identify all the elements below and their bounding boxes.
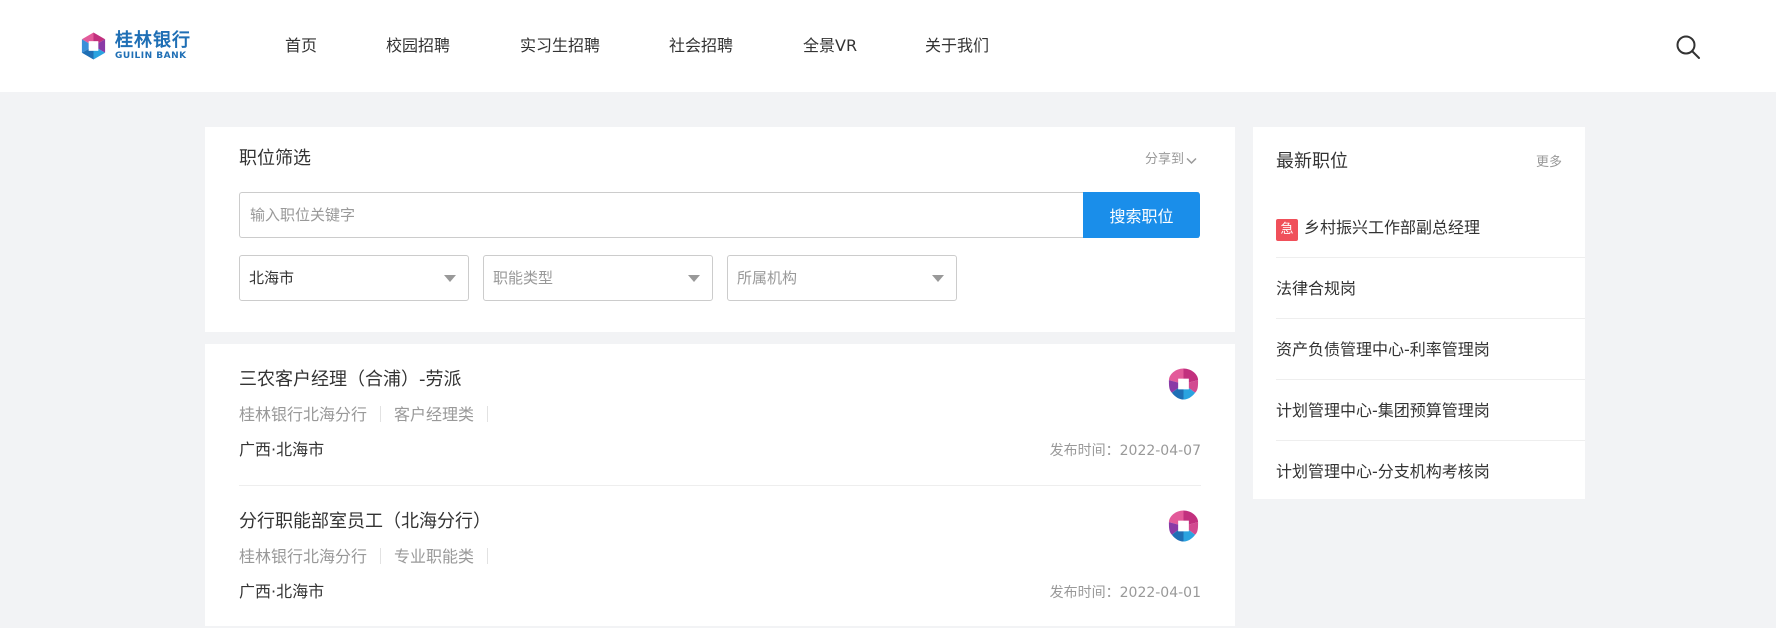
filter-title: 职位筛选 xyxy=(239,148,311,169)
function-type-placeholder: 职能类型 xyxy=(493,269,554,287)
chevron-down-icon xyxy=(1186,157,1197,165)
job-keyword-input[interactable] xyxy=(239,192,1199,238)
bank-logo-icon xyxy=(81,32,106,60)
job-category: 专业职能类 xyxy=(394,547,475,566)
logo-text-cn: 桂林银行 xyxy=(115,30,191,51)
nav-panorama-vr[interactable]: 全景VR xyxy=(803,35,857,57)
bank-logo-icon xyxy=(1168,510,1199,542)
share-button[interactable]: 分享到 xyxy=(1145,151,1197,169)
job-location: 广西·北海市 xyxy=(239,440,325,459)
latest-job-title: 法律合规岗 xyxy=(1276,279,1357,298)
city-select[interactable]: 北海市 xyxy=(239,255,469,301)
nav-home[interactable]: 首页 xyxy=(285,35,317,57)
job-filter-panel: 职位筛选 分享到 搜索职位 北海市 职能类型 所属机构 xyxy=(205,127,1235,332)
organization-placeholder: 所属机构 xyxy=(737,269,798,287)
job-publish-date: 发布时间：2022-04-01 xyxy=(1049,585,1201,601)
latest-job-title: 乡村振兴工作部副总经理 xyxy=(1304,218,1481,237)
meta-separator xyxy=(487,548,489,564)
latest-jobs-title: 最新职位 xyxy=(1276,151,1348,172)
meta-separator xyxy=(380,406,382,422)
job-meta: 桂林银行北海分行 专业职能类 xyxy=(239,546,501,568)
latest-job-item[interactable]: 计划管理中心-分支机构考核岗 xyxy=(1276,441,1585,502)
dropdown-arrow-icon xyxy=(444,275,456,282)
latest-job-title: 计划管理中心-分支机构考核岗 xyxy=(1276,462,1490,481)
latest-job-item[interactable]: 法律合规岗 xyxy=(1276,258,1585,319)
latest-job-item[interactable]: 资产负债管理中心-利率管理岗 xyxy=(1276,319,1585,380)
site-header: 桂林银行 GUILIN BANK 首页 校园招聘 实习生招聘 社会招聘 全景VR… xyxy=(0,0,1776,92)
city-select-value: 北海市 xyxy=(249,269,295,287)
guilin-bank-logo[interactable]: 桂林银行 GUILIN BANK xyxy=(79,31,197,61)
bank-logo-icon xyxy=(1168,368,1199,400)
logo-text-en: GUILIN BANK xyxy=(115,51,187,61)
nav-intern-recruitment[interactable]: 实习生招聘 xyxy=(520,35,600,57)
meta-separator xyxy=(380,548,382,564)
urgent-badge: 急 xyxy=(1276,219,1298,241)
job-title[interactable]: 三农客户经理（合浦）-劳派 xyxy=(239,368,462,392)
job-organization: 桂林银行北海分行 xyxy=(239,547,368,566)
nav-about-us[interactable]: 关于我们 xyxy=(925,35,989,57)
latest-job-item[interactable]: 急乡村振兴工作部副总经理 xyxy=(1276,197,1585,258)
meta-separator xyxy=(487,406,489,422)
organization-select[interactable]: 所属机构 xyxy=(727,255,957,301)
latest-job-title: 资产负债管理中心-利率管理岗 xyxy=(1276,340,1490,359)
search-jobs-button[interactable]: 搜索职位 xyxy=(1083,192,1200,238)
job-category: 客户经理类 xyxy=(394,405,475,424)
job-location: 广西·北海市 xyxy=(239,582,325,601)
job-item[interactable]: 分行职能部室员工（北海分行） 桂林银行北海分行 专业职能类 广西·北海市 发布时间… xyxy=(239,486,1201,628)
latest-jobs-panel: 最新职位 更多 急乡村振兴工作部副总经理 法律合规岗 资产负债管理中心-利率管理… xyxy=(1253,127,1585,499)
job-list: 三农客户经理（合浦）-劳派 桂林银行北海分行 客户经理类 广西·北海市 发布时间：… xyxy=(205,344,1235,626)
job-organization: 桂林银行北海分行 xyxy=(239,405,368,424)
latest-job-title: 计划管理中心-集团预算管理岗 xyxy=(1276,401,1490,420)
latest-job-item[interactable]: 计划管理中心-集团预算管理岗 xyxy=(1276,380,1585,441)
job-meta: 桂林银行北海分行 客户经理类 xyxy=(239,404,501,426)
job-title[interactable]: 分行职能部室员工（北海分行） xyxy=(239,510,491,534)
dropdown-arrow-icon xyxy=(688,275,700,282)
function-type-select[interactable]: 职能类型 xyxy=(483,255,713,301)
job-item[interactable]: 三农客户经理（合浦）-劳派 桂林银行北海分行 客户经理类 广西·北海市 发布时间：… xyxy=(239,344,1201,486)
job-publish-date: 发布时间：2022-04-07 xyxy=(1049,443,1201,459)
share-label: 分享到 xyxy=(1144,152,1184,167)
nav-campus-recruitment[interactable]: 校园招聘 xyxy=(386,35,450,57)
nav-social-recruitment[interactable]: 社会招聘 xyxy=(669,35,733,57)
dropdown-arrow-icon xyxy=(932,275,944,282)
more-link[interactable]: 更多 xyxy=(1536,154,1562,172)
search-icon[interactable] xyxy=(1675,34,1701,60)
